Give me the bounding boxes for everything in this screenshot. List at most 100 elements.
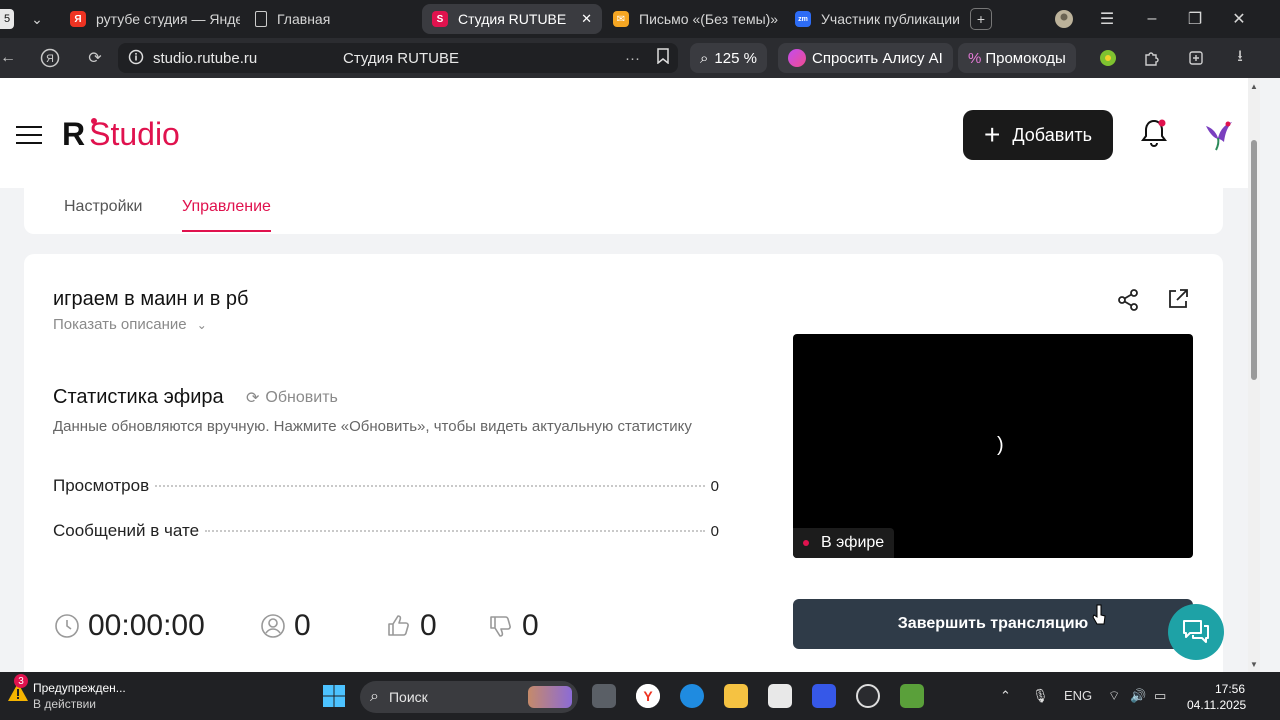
scrollbar-thumb[interactable] bbox=[1251, 140, 1257, 380]
collections-icon[interactable] bbox=[1184, 46, 1208, 70]
show-description-toggle[interactable]: Показать описание ⌄ bbox=[53, 316, 207, 333]
browser-tab-zoom[interactable]: zm Участник публикации bbox=[785, 4, 965, 34]
yandex-browser-icon[interactable]: Y bbox=[636, 684, 660, 708]
language-indicator[interactable]: ENG bbox=[1064, 688, 1092, 703]
yandex-icon: Я bbox=[70, 11, 86, 27]
notification-title[interactable]: Предупрежден... bbox=[33, 681, 126, 695]
refresh-icon: ⟳ bbox=[246, 390, 260, 407]
restore-icon[interactable]: ❐ bbox=[1183, 8, 1207, 30]
minecraft-icon[interactable] bbox=[900, 684, 924, 708]
scroll-up-icon[interactable]: ▲ bbox=[1250, 82, 1258, 91]
user-icon bbox=[261, 614, 285, 638]
search-label: Поиск bbox=[388, 689, 428, 705]
promo-button[interactable]: % Промокоды bbox=[958, 43, 1076, 73]
app-icon[interactable] bbox=[812, 684, 836, 708]
tab-list-chevron-icon[interactable]: ⌄ bbox=[26, 8, 48, 30]
site-info-icon[interactable] bbox=[128, 49, 144, 69]
stream-title: играем в маин и в рб bbox=[53, 288, 249, 310]
reload-icon[interactable]: ⟳ bbox=[83, 46, 107, 70]
profile-icon[interactable] bbox=[1052, 8, 1076, 30]
likes-counter: 0 bbox=[386, 609, 437, 643]
wifi-icon[interactable]: ⌔ bbox=[1108, 688, 1120, 704]
more-dots-icon[interactable]: ··· bbox=[625, 50, 640, 67]
tray-chevron-up-icon[interactable]: ⌃ bbox=[1000, 688, 1011, 704]
tab-settings[interactable]: Настройки bbox=[64, 198, 142, 216]
menu-icon[interactable]: ☰ bbox=[1095, 8, 1119, 30]
tab-label: Письмо «(Без темы)» bbox=[639, 11, 778, 27]
scroll-down-icon[interactable]: ▼ bbox=[1250, 660, 1258, 669]
studio-page: R Studio + Добавить Настройки Управление … bbox=[0, 78, 1248, 672]
zoom-level: 125 % bbox=[714, 49, 757, 67]
close-window-icon[interactable]: ✕ bbox=[1227, 8, 1251, 30]
url-host: studio.rutube.ru bbox=[153, 49, 258, 67]
add-button-label: Добавить bbox=[1012, 124, 1092, 145]
live-dot-icon bbox=[803, 540, 809, 546]
avatar[interactable] bbox=[1200, 116, 1236, 152]
taskbar-search[interactable]: ⌕ Поиск bbox=[360, 681, 578, 713]
open-external-icon[interactable] bbox=[1166, 287, 1190, 311]
support-chat-button[interactable] bbox=[1168, 604, 1224, 660]
add-button[interactable]: + Добавить bbox=[963, 110, 1113, 160]
windows-taskbar: 3 Предупрежден... В действии ⌕ Поиск Y ⌃… bbox=[0, 672, 1280, 720]
bookmark-icon[interactable] bbox=[656, 48, 670, 68]
tab-counter[interactable]: 5 bbox=[0, 9, 14, 29]
yandex-logo-icon[interactable]: Я bbox=[38, 46, 62, 70]
battery-icon[interactable]: ▭ bbox=[1154, 688, 1166, 704]
minimize-icon[interactable]: – bbox=[1140, 8, 1164, 30]
stats-title: Статистика эфира bbox=[53, 386, 224, 408]
browser-tab-mail[interactable]: ✉ Письмо «(Без темы)» bbox=[603, 4, 778, 34]
download-icon[interactable]: ⭳ bbox=[1228, 46, 1252, 70]
alice-label: Спросить Алису AI bbox=[812, 49, 943, 67]
back-arrow-icon[interactable]: ← bbox=[0, 46, 20, 70]
bell-icon[interactable] bbox=[1140, 118, 1168, 148]
browser-tab-yandex[interactable]: Я рутубе студия — Янде bbox=[60, 4, 240, 34]
svg-text:Я: Я bbox=[46, 53, 54, 65]
chevron-down-icon: ⌄ bbox=[196, 318, 207, 332]
refresh-button[interactable]: ⟳ Обновить bbox=[246, 388, 338, 408]
tab-label: Участник публикации bbox=[821, 11, 960, 27]
edge-icon[interactable] bbox=[680, 684, 704, 708]
store-icon[interactable] bbox=[768, 684, 792, 708]
browser-tab-home[interactable]: Главная bbox=[245, 4, 415, 34]
stat-row-views: Просмотров 0 bbox=[53, 476, 719, 496]
stat-value: 0 bbox=[710, 478, 719, 495]
zoom-icon: zm bbox=[795, 11, 811, 27]
logo-r: R bbox=[62, 116, 86, 152]
new-tab-plus-icon[interactable]: + bbox=[970, 8, 992, 30]
alice-button[interactable]: Спросить Алису AI bbox=[778, 43, 953, 73]
stat-value: 0 bbox=[710, 523, 719, 540]
url-page-title: Студия RUTUBE bbox=[343, 49, 459, 67]
stream-card: играем в маин и в рб Показать описание ⌄… bbox=[24, 254, 1223, 672]
steam-icon[interactable] bbox=[856, 684, 880, 708]
hamburger-menu-icon[interactable] bbox=[16, 126, 42, 144]
zoom-level-button[interactable]: ⌕ 125 % bbox=[690, 43, 767, 73]
task-view-icon[interactable] bbox=[592, 684, 616, 708]
plus-icon: + bbox=[984, 119, 1001, 150]
url-field[interactable]: studio.rutube.ru Студия RUTUBE ··· bbox=[118, 43, 678, 73]
rstudio-logo[interactable]: R Studio bbox=[62, 116, 180, 153]
show-description-label: Показать описание bbox=[53, 316, 187, 333]
duration-counter: 00:00:00 bbox=[54, 609, 205, 643]
end-stream-button[interactable]: Завершить трансляцию bbox=[793, 599, 1193, 649]
extensions-puzzle-icon[interactable] bbox=[1140, 46, 1164, 70]
microphone-icon[interactable]: 🎙 bbox=[1032, 688, 1049, 704]
share-icon[interactable] bbox=[1116, 288, 1140, 312]
logo-studio: Studio bbox=[89, 116, 180, 152]
loading-spinner-icon: ) bbox=[997, 434, 1004, 456]
thumbs-down-icon bbox=[490, 616, 511, 637]
promo-label: Промокоды bbox=[985, 49, 1066, 67]
windows-start-icon[interactable] bbox=[322, 684, 346, 708]
rutube-studio-icon: S bbox=[432, 11, 448, 27]
volume-icon[interactable]: 🔊 bbox=[1130, 688, 1146, 704]
browser-tab-rutube-studio[interactable]: S Студия RUTUBE ✕ bbox=[422, 4, 602, 34]
svg-text:Y: Y bbox=[643, 688, 653, 704]
stream-preview-player[interactable]: ) В эфире bbox=[793, 334, 1193, 558]
close-tab-icon[interactable]: ✕ bbox=[581, 11, 592, 27]
tab-management[interactable]: Управление bbox=[182, 198, 271, 232]
system-clock[interactable]: 17:56 04.11.2025 bbox=[1187, 681, 1246, 713]
stat-label: Просмотров bbox=[53, 476, 150, 495]
extension-green-icon[interactable] bbox=[1096, 46, 1120, 70]
file-explorer-icon[interactable] bbox=[724, 684, 748, 708]
mouse-cursor-icon bbox=[1092, 604, 1106, 626]
duration-value: 00:00:00 bbox=[88, 609, 205, 642]
